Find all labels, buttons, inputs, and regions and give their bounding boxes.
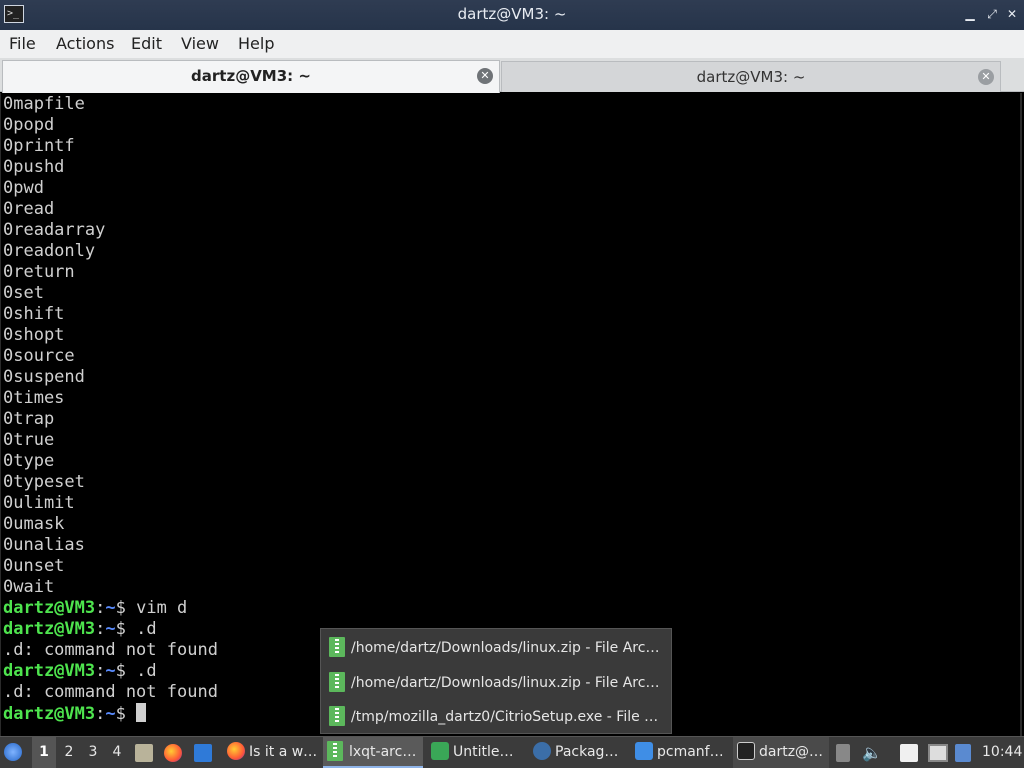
prompt-symbol: $: [115, 598, 137, 618]
tab-label: dartz@VM3: ~: [191, 67, 311, 85]
menubar: File Actions Edit View Help: [0, 30, 1024, 58]
popup-window-item[interactable]: /home/dartz/Downloads/linux.zip - File A…: [329, 668, 665, 698]
popup-window-item[interactable]: /home/dartz/Downloads/linux.zip - File A…: [329, 633, 665, 663]
package-icon: [533, 742, 551, 760]
task-firefox[interactable]: Is it a w…: [223, 737, 321, 768]
prompt-symbol: $: [115, 619, 137, 639]
prompt-path: ~: [105, 598, 116, 618]
tab-bar: dartz@VM3: ~ ✕ dartz@VM3: ~ ✕: [0, 58, 1024, 93]
tab-close-icon[interactable]: ✕: [978, 69, 994, 85]
terminal-line: 0return: [3, 262, 75, 282]
clipboard-icon[interactable]: [900, 744, 918, 762]
prompt-user: dartz@VM3: [3, 619, 96, 639]
terminal-line: 0pwd: [3, 178, 44, 198]
tab-terminal-2[interactable]: dartz@VM3: ~ ✕: [501, 61, 1001, 92]
tab-label: dartz@VM3: ~: [696, 68, 806, 86]
spreadsheet-icon: [431, 742, 449, 760]
tab-close-icon[interactable]: ✕: [477, 68, 493, 84]
prompt-user: dartz@VM3: [3, 704, 96, 724]
terminal-line: 0suspend: [3, 367, 85, 387]
menu-file[interactable]: File: [9, 34, 36, 53]
prompt-separator: :: [95, 598, 106, 618]
terminal-line: 0readarray: [3, 220, 106, 240]
terminal-line: 0read: [3, 199, 55, 219]
task-pcmanfm[interactable]: pcmanf…: [631, 737, 729, 768]
task-terminal[interactable]: dartz@…: [733, 737, 829, 768]
terminal-line: 0mapfile: [3, 94, 85, 114]
clock[interactable]: 10:44: [982, 737, 1022, 768]
terminal-line: 0type: [3, 451, 55, 471]
file-manager-launcher-icon[interactable]: [135, 744, 153, 762]
window-titlebar[interactable]: >_ dartz@VM3: ~ ▁ ⤢ ✕: [0, 0, 1024, 30]
prompt-separator: :: [95, 704, 106, 724]
volume-icon[interactable]: 🔈: [862, 737, 882, 768]
terminal-line: 0times: [3, 388, 65, 408]
terminal-icon: [737, 742, 755, 760]
terminal-line: 0unalias: [3, 535, 85, 555]
popup-window-item[interactable]: /tmp/mozilla_dartz0/CitrioSetup.exe - Fi…: [329, 702, 665, 732]
scroll-indicator-icon[interactable]: [836, 744, 850, 762]
terminal-line: 0typeset: [3, 472, 85, 492]
terminal-line: 0true: [3, 430, 55, 450]
bottom-panel: 1 2 3 4 Is it a w… lxqt-arc… Untitle… Pa…: [0, 736, 1024, 768]
terminal-line: 0umask: [3, 514, 65, 534]
taskbar-group-popup: /home/dartz/Downloads/linux.zip - File A…: [320, 628, 672, 734]
task-spreadsheet[interactable]: Untitle…: [427, 737, 525, 768]
prompt-path: ~: [105, 704, 116, 724]
minimize-button[interactable]: ▁: [962, 6, 978, 22]
window-title: dartz@VM3: ~: [457, 5, 567, 23]
prompt-path: ~: [105, 661, 116, 681]
terminal-line: 0popd: [3, 115, 55, 135]
prompt-user: dartz@VM3: [3, 598, 96, 618]
menu-edit[interactable]: Edit: [131, 34, 162, 53]
workspace-1[interactable]: 1: [32, 737, 56, 768]
menu-actions[interactable]: Actions: [56, 34, 114, 53]
firefox-icon: [227, 742, 245, 760]
prompt-path: ~: [105, 619, 116, 639]
show-desktop-icon[interactable]: [194, 744, 212, 762]
command-text: .d: [136, 661, 157, 681]
terminal-line: 0readonly: [3, 241, 96, 261]
folder-icon: [635, 742, 653, 760]
terminal-line: 0ulimit: [3, 493, 75, 513]
terminal-line: 0wait: [3, 577, 55, 597]
terminal-line: 0trap: [3, 409, 55, 429]
menu-view[interactable]: View: [181, 34, 219, 53]
terminal-line: 0pushd: [3, 157, 65, 177]
command-text: .d: [136, 619, 157, 639]
terminal-line: 0set: [3, 283, 44, 303]
terminal-line: 0source: [3, 346, 75, 366]
start-menu-button[interactable]: [4, 737, 28, 768]
archive-icon: [329, 706, 345, 726]
terminal-line: 0shift: [3, 304, 65, 324]
archive-icon: [329, 637, 345, 657]
update-notifier-icon[interactable]: [955, 744, 971, 762]
prompt-symbol: $: [115, 661, 137, 681]
workspace-2[interactable]: 2: [57, 737, 81, 768]
prompt-separator: :: [95, 661, 106, 681]
network-icon[interactable]: [928, 744, 948, 762]
workspace-3[interactable]: 3: [81, 737, 105, 768]
tab-terminal-1[interactable]: dartz@VM3: ~ ✕: [2, 60, 500, 93]
close-button[interactable]: ✕: [1004, 6, 1020, 22]
task-lxqt-archiver[interactable]: lxqt-arc…: [323, 737, 423, 768]
prompt-separator: :: [95, 619, 106, 639]
task-package-manager[interactable]: Packag…: [529, 737, 627, 768]
firefox-launcher-icon[interactable]: [164, 744, 182, 762]
text-cursor: [136, 703, 147, 722]
prompt-user: dartz@VM3: [3, 661, 96, 681]
terminal-prompt-line: dartz@VM3:~$ vim d: [3, 598, 1020, 619]
command-text: vim d: [136, 598, 188, 618]
archive-icon: [327, 741, 343, 761]
archive-icon: [329, 672, 345, 692]
terminal-line: 0shopt: [3, 325, 65, 345]
terminal-line: 0printf: [3, 136, 75, 156]
terminal-line: 0unset: [3, 556, 65, 576]
maximize-button[interactable]: ⤢: [984, 6, 1000, 22]
workspace-4[interactable]: 4: [105, 737, 129, 768]
app-menu-icon: [4, 743, 22, 761]
menu-help[interactable]: Help: [238, 34, 274, 53]
prompt-symbol: $: [115, 704, 137, 724]
